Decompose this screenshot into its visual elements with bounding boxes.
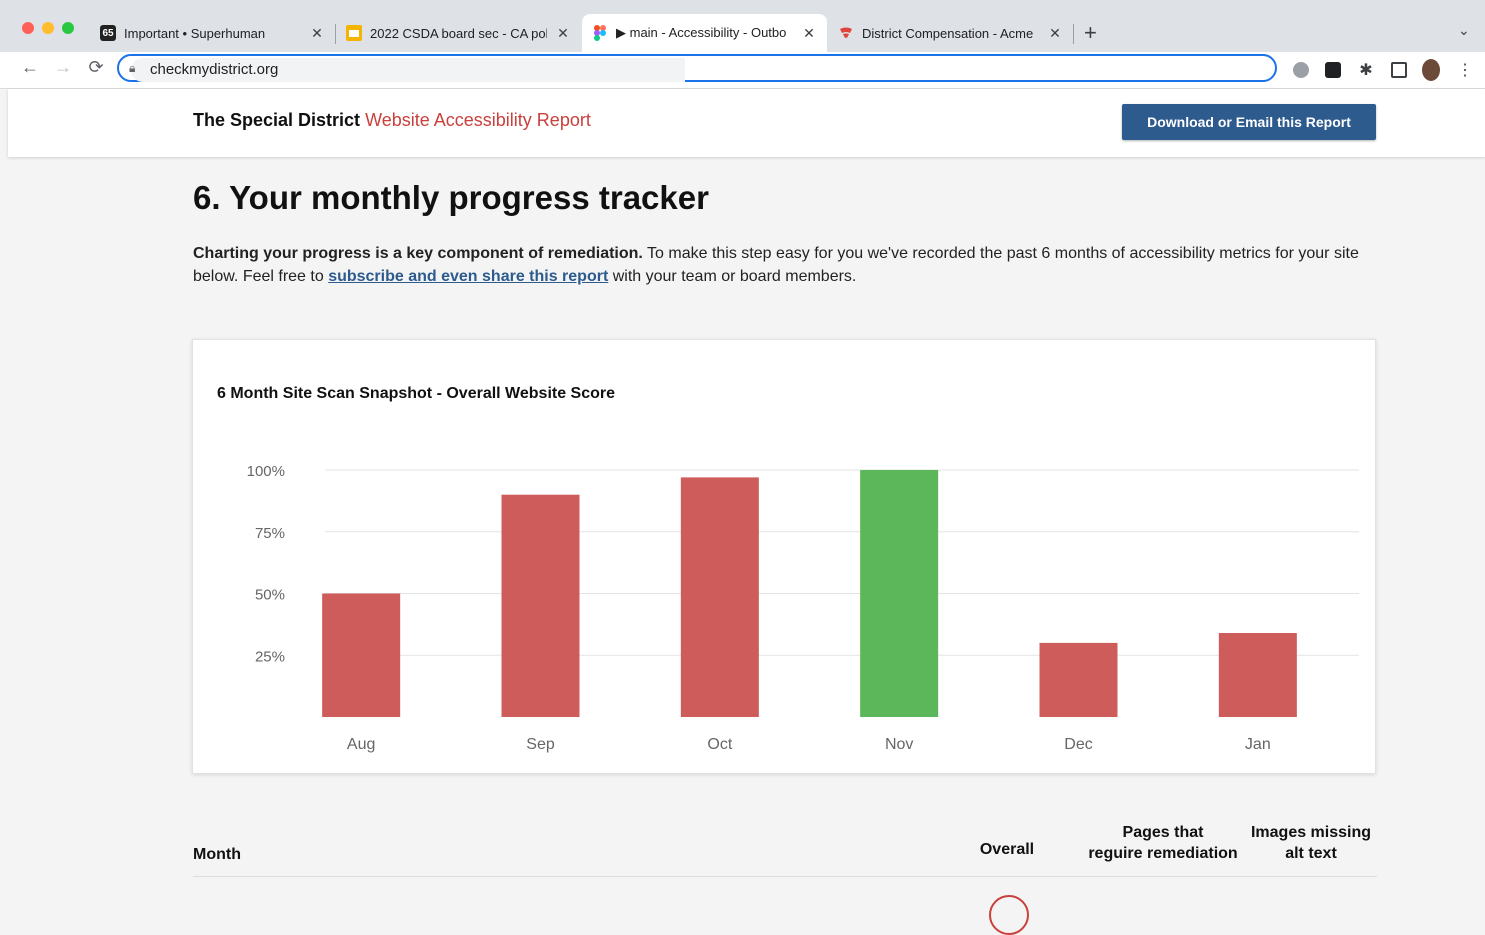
bar-aug <box>322 593 401 717</box>
brand-accent-text: Website Accessibility Report <box>365 110 591 130</box>
intro-paragraph: Charting your progress is a key componen… <box>193 242 1383 288</box>
close-icon[interactable]: ✕ <box>801 25 817 42</box>
bar-chart: 25% 50% 75% 100% Aug Sep Oct Nov Dec Jan <box>247 463 1359 753</box>
site-header: The Special District Website Accessibili… <box>8 89 1485 157</box>
close-icon[interactable]: ✕ <box>1047 25 1063 42</box>
tab-separator <box>1073 24 1074 44</box>
y-tick-label: 100% <box>247 463 285 480</box>
intro-end: with your team or board members. <box>608 268 857 285</box>
x-tick-label: Oct <box>707 736 732 753</box>
grammarly-extension-icon[interactable] <box>1292 61 1310 79</box>
kebab-menu-icon[interactable]: ⋮ <box>1456 61 1474 79</box>
reload-icon[interactable]: ⟳ <box>84 57 108 78</box>
close-icon[interactable]: ✕ <box>309 25 325 42</box>
window-zoom-button[interactable] <box>62 22 74 34</box>
chart-card: 6 Month Site Scan Snapshot - Overall Web… <box>192 339 1376 774</box>
tab-csda[interactable]: 2022 CSDA board sec - CA pol ✕ <box>336 14 581 52</box>
tab-search-chevron-icon[interactable]: ⌄ <box>1458 22 1470 39</box>
bar-sep <box>501 494 580 717</box>
window-minimize-button[interactable] <box>42 22 54 34</box>
media-control-icon[interactable] <box>1390 61 1408 79</box>
page-title: 6. Your monthly progress tracker <box>193 179 709 216</box>
table-header-images: Images missing alt text <box>1250 824 1372 862</box>
tab-title: ▶ main - Accessibility - Outbo <box>616 25 787 40</box>
close-icon[interactable]: ✕ <box>555 25 571 42</box>
table-header-overall: Overall <box>979 841 1035 858</box>
table-header-month: Month <box>193 846 241 863</box>
forward-arrow-icon[interactable]: → <box>51 57 75 78</box>
window-close-button[interactable] <box>22 22 34 34</box>
brand-bold-text: The Special District <box>193 110 361 130</box>
y-tick-label: 25% <box>255 648 285 665</box>
slides-icon <box>346 25 362 41</box>
score-circle-icon <box>989 895 1029 935</box>
y-tick-label: 50% <box>255 587 285 604</box>
download-email-report-button[interactable]: Download or Email this Report <box>1122 104 1376 140</box>
site-brand[interactable]: The Special District Website Accessibili… <box>193 110 591 131</box>
superhuman-icon: 65 <box>100 25 116 41</box>
new-tab-icon[interactable]: + <box>1084 20 1097 46</box>
url-text: checkmydistrict.org <box>150 61 279 78</box>
x-tick-label: Aug <box>347 736 375 753</box>
buffer-extension-icon[interactable] <box>1324 61 1342 79</box>
x-tick-label: Dec <box>1064 736 1092 753</box>
y-tick-label: 75% <box>255 525 285 542</box>
intro-bold: Charting your progress is a key componen… <box>193 245 643 262</box>
table-header-pages: Pages that reguire remediation <box>1088 824 1238 862</box>
acme-icon <box>838 25 854 41</box>
tab-district-compensation[interactable]: District Compensation - Acme ✕ <box>828 14 1073 52</box>
bar-nov <box>860 470 939 717</box>
x-tick-label: Jan <box>1245 736 1271 753</box>
tab-title: 2022 CSDA board sec - CA pol <box>370 25 547 41</box>
tab-figma-main[interactable]: ▶ main - Accessibility - Outbo ✕ <box>582 14 827 52</box>
bar-jan <box>1218 633 1297 717</box>
tab-superhuman[interactable]: 65 Important • Superhuman ✕ <box>90 14 335 52</box>
puzzle-extensions-icon[interactable]: ✱ <box>1357 61 1375 79</box>
back-arrow-icon[interactable]: ← <box>18 57 42 78</box>
bar-oct <box>680 477 759 717</box>
browser-tab-bar: 65 Important • Superhuman ✕ 2022 CSDA bo… <box>0 0 1485 52</box>
lock-icon[interactable]: 🔒︎ <box>129 61 135 76</box>
figma-icon <box>592 25 608 41</box>
table-divider <box>193 876 1377 877</box>
tab-title: District Compensation - Acme <box>862 25 1034 41</box>
bar-dec <box>1039 642 1118 717</box>
page-content: The Special District Website Accessibili… <box>8 89 1485 935</box>
address-bar[interactable]: 🔒︎ checkmydistrict.org <box>117 54 1277 82</box>
subscribe-share-link[interactable]: subscribe and even share this report <box>328 268 608 285</box>
x-tick-label: Sep <box>526 736 555 753</box>
tab-title: Important • Superhuman <box>124 25 266 41</box>
profile-avatar[interactable] <box>1422 59 1440 81</box>
browser-toolbar: ← → ⟳ 🔒︎ checkmydistrict.org ✱ ⋮ <box>0 52 1485 89</box>
x-tick-label: Nov <box>885 736 913 753</box>
